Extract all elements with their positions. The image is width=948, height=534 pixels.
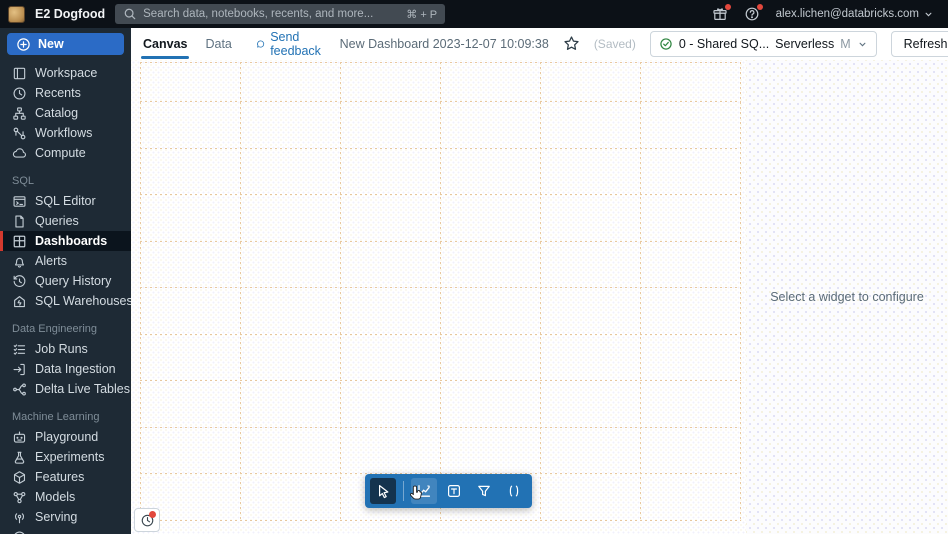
text-box-icon <box>447 484 461 498</box>
sidebar-item-job-runs[interactable]: Job Runs <box>0 339 131 359</box>
sidebar-item-serving[interactable]: Serving <box>0 507 131 527</box>
favorite-button[interactable] <box>563 35 580 53</box>
widget-toolbar <box>365 474 532 508</box>
parentheses-code-icon <box>509 485 519 497</box>
canvas-grid <box>140 62 741 521</box>
whats-new-gift-button[interactable] <box>712 4 731 22</box>
inspector-empty-message: Select a widget to configure <box>770 290 924 304</box>
sidebar-item-dashboards[interactable]: Dashboards <box>0 231 131 251</box>
new-button-label: New <box>38 37 64 51</box>
widget-inspector-panel: Select a widget to configure <box>746 60 948 534</box>
notification-dot <box>724 4 731 10</box>
chevron-down-icon <box>925 12 932 16</box>
add-code-tool-button[interactable] <box>501 478 527 504</box>
dashboards-icon <box>12 234 27 249</box>
clock-icon <box>12 86 27 101</box>
sidebar-section-sql: SQL <box>12 175 35 187</box>
sidebar-item-data-ingestion[interactable]: Data Ingestion <box>0 359 131 379</box>
cursor-arrow-icon <box>379 485 389 499</box>
sidebar-item-sql-warehouses[interactable]: SQL Warehouses <box>0 291 131 311</box>
sidebar-item-sql-editor[interactable]: SQL Editor <box>0 191 131 211</box>
dashboard-title[interactable]: New Dashboard 2023-12-07 10:09:38 <box>340 37 549 51</box>
add-chart-tool-button[interactable] <box>411 478 437 504</box>
search-icon <box>124 8 136 20</box>
sql-editor-icon <box>12 194 27 209</box>
add-filter-tool-button[interactable] <box>471 478 497 504</box>
search-shortcut-hint: ⌘ + P <box>406 8 438 21</box>
notification-dot <box>756 4 763 10</box>
sidebar-section-data-engineering: Data Engineering <box>12 323 98 335</box>
sidebar-item-experiments[interactable]: Experiments <box>0 447 131 467</box>
delta-live-tables-icon <box>12 382 27 397</box>
star-icon <box>564 36 579 50</box>
workflows-icon <box>12 126 27 141</box>
models-icon <box>12 490 27 505</box>
data-ingestion-icon <box>12 362 27 377</box>
top-navigation-bar: E2 Dogfood ⌘ + P alex.lichen@databricks.… <box>0 0 948 28</box>
experiments-icon <box>12 450 27 465</box>
queries-icon <box>12 214 27 229</box>
dashboard-canvas[interactable] <box>131 60 746 534</box>
tab-canvas[interactable]: Canvas <box>141 28 190 60</box>
filter-funnel-icon <box>478 485 490 497</box>
save-status: (Saved) <box>593 37 636 51</box>
workspace-icon <box>12 66 27 81</box>
query-history-icon <box>12 274 27 289</box>
toolbar-divider <box>403 481 404 501</box>
sidebar-item-compute[interactable]: Compute <box>0 143 131 163</box>
sidebar-item-playground[interactable]: Playground <box>0 427 131 447</box>
bell-icon <box>12 254 27 269</box>
cloud-icon <box>12 146 27 161</box>
select-tool-button[interactable] <box>370 478 396 504</box>
sidebar-item-queries[interactable]: Queries <box>0 211 131 231</box>
send-feedback-link[interactable]: Send feedback <box>256 30 326 58</box>
sidebar-item-models[interactable]: Models <box>0 487 131 507</box>
partial-item-icon <box>12 530 27 534</box>
sidebar-navigation: New Workspace Recents Catalog Workflows … <box>0 28 131 534</box>
speech-bubble-icon <box>257 40 264 48</box>
playground-icon <box>12 430 27 445</box>
notification-dot <box>149 511 156 518</box>
account-menu[interactable]: alex.lichen@databricks.com <box>776 8 934 20</box>
sidebar-item-workspace[interactable]: Workspace <box>0 63 131 83</box>
features-icon <box>12 470 27 485</box>
sidebar-item-recents[interactable]: Recents <box>0 83 131 103</box>
chevron-down-icon <box>859 42 866 46</box>
plus-circle-icon <box>17 37 30 51</box>
main-area: Canvas Data Send feedback New Dashboard … <box>131 28 948 534</box>
serving-icon <box>12 510 27 525</box>
content-area: Select a widget to configure <box>131 60 948 534</box>
warehouse-mode-badge: Serverless <box>775 37 835 51</box>
warehouse-name: 0 - Shared SQ... <box>678 37 770 51</box>
job-runs-icon <box>12 342 27 357</box>
global-search-bar[interactable]: ⌘ + P <box>115 4 446 24</box>
help-button[interactable] <box>744 4 763 22</box>
sidebar-item-workflows[interactable]: Workflows <box>0 123 131 143</box>
catalog-icon <box>12 106 27 121</box>
sidebar-section-machine-learning: Machine Learning <box>12 411 100 423</box>
tab-data[interactable]: Data <box>203 28 233 60</box>
sidebar-item-catalog[interactable]: Catalog <box>0 103 131 123</box>
sidebar-item-query-history[interactable]: Query History <box>0 271 131 291</box>
user-email: alex.lichen@databricks.com <box>775 8 919 20</box>
sidebar-item-alerts[interactable]: Alerts <box>0 251 131 271</box>
warehouse-size: M <box>840 37 851 51</box>
check-circle-icon <box>660 38 672 50</box>
sidebar-item-features[interactable]: Features <box>0 467 131 487</box>
search-input[interactable] <box>143 8 401 20</box>
sidebar-item-partial[interactable] <box>0 527 131 534</box>
databricks-app-window: E2 Dogfood ⌘ + P alex.lichen@databricks.… <box>0 0 948 534</box>
line-chart-icon <box>418 485 431 497</box>
add-text-tool-button[interactable] <box>441 478 467 504</box>
refresh-button[interactable]: Refresh <box>890 31 948 57</box>
sidebar-item-delta-live-tables[interactable]: Delta Live Tables <box>0 379 131 399</box>
workspace-logo[interactable] <box>8 5 25 23</box>
dashboard-toolbar: Canvas Data Send feedback New Dashboard … <box>131 28 948 60</box>
new-button[interactable]: New <box>7 33 124 55</box>
warehouse-selector[interactable]: 0 - Shared SQ... Serverless M <box>649 31 877 57</box>
workspace-name[interactable]: E2 Dogfood <box>35 7 105 21</box>
sql-warehouses-icon <box>12 294 27 309</box>
version-history-button[interactable] <box>134 508 160 532</box>
